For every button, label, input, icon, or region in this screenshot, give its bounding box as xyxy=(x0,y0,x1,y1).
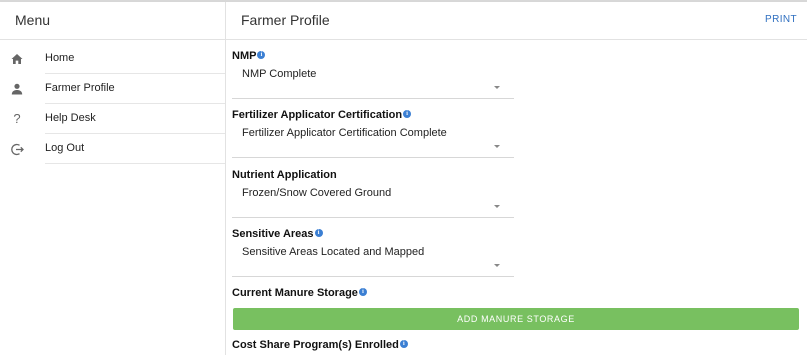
sidebar-item-farmer-profile[interactable]: Farmer Profile xyxy=(0,74,225,104)
sensitive-areas-select[interactable]: Sensitive Areas Located and Mapped xyxy=(232,244,514,277)
print-button[interactable]: PRINT xyxy=(765,14,797,25)
info-icon[interactable]: i xyxy=(399,340,408,348)
select-value: NMP Complete xyxy=(242,68,317,80)
app-window: Menu Farmer Profile PRINT Home Farmer Pr… xyxy=(0,0,807,355)
field-label-text: Cost Share Program(s) Enrolled xyxy=(232,339,399,351)
sidebar-item-help-desk[interactable]: ? Help Desk xyxy=(0,104,225,134)
info-icon[interactable]: i xyxy=(314,229,323,237)
fertilizer-certification-select[interactable]: Fertilizer Applicator Certification Comp… xyxy=(232,125,514,158)
chevron-down-icon xyxy=(494,145,500,148)
field-label-text: Nutrient Application xyxy=(232,169,337,181)
chevron-down-icon xyxy=(494,264,500,267)
header-divider xyxy=(225,2,226,39)
cost-share-label: Cost Share Program(s) Enrolled i xyxy=(232,339,408,351)
person-icon xyxy=(10,82,24,96)
select-value: Fertilizer Applicator Certification Comp… xyxy=(242,127,447,139)
sensitive-areas-label: Sensitive Areas i xyxy=(232,228,323,240)
page-title: Farmer Profile xyxy=(241,12,330,28)
main-content: NMP i NMP Complete Fertilizer Applicator … xyxy=(226,40,807,355)
chevron-down-icon xyxy=(494,86,500,89)
top-bar: Menu Farmer Profile PRINT xyxy=(0,2,807,40)
field-label-text: Fertilizer Applicator Certification xyxy=(232,109,403,121)
sidebar-item-log-out[interactable]: Log Out xyxy=(0,134,225,164)
nutrient-application-select[interactable]: Frozen/Snow Covered Ground xyxy=(232,185,514,218)
add-manure-storage-button[interactable]: ADD MANURE STORAGE xyxy=(233,308,799,330)
info-icon[interactable]: i xyxy=(257,51,266,59)
info-icon[interactable]: i xyxy=(358,288,367,296)
nmp-select[interactable]: NMP Complete xyxy=(232,66,514,99)
menu-title: Menu xyxy=(15,12,51,28)
info-icon[interactable]: i xyxy=(403,110,412,118)
field-label-text: NMP xyxy=(232,50,257,62)
sidebar-item-label: Home xyxy=(45,52,75,64)
nmp-label: NMP i xyxy=(232,50,266,62)
home-icon xyxy=(10,52,24,66)
manure-storage-label: Current Manure Storage i xyxy=(232,287,367,299)
sidebar: Home Farmer Profile ? Help Desk Log Out xyxy=(0,40,226,355)
sidebar-item-label: Farmer Profile xyxy=(45,82,115,94)
fertilizer-certification-label: Fertilizer Applicator Certification i xyxy=(232,109,412,121)
logout-icon xyxy=(10,142,24,156)
help-icon: ? xyxy=(13,111,21,126)
sidebar-item-label: Help Desk xyxy=(45,112,96,124)
nutrient-application-label: Nutrient Application xyxy=(232,169,337,181)
field-label-text: Current Manure Storage xyxy=(232,287,358,299)
select-value: Sensitive Areas Located and Mapped xyxy=(242,246,425,258)
field-label-text: Sensitive Areas xyxy=(232,228,314,240)
divider xyxy=(45,163,225,164)
sidebar-item-label: Log Out xyxy=(45,142,85,154)
select-value: Frozen/Snow Covered Ground xyxy=(242,187,392,199)
sidebar-item-home[interactable]: Home xyxy=(0,44,225,74)
chevron-down-icon xyxy=(494,205,500,208)
